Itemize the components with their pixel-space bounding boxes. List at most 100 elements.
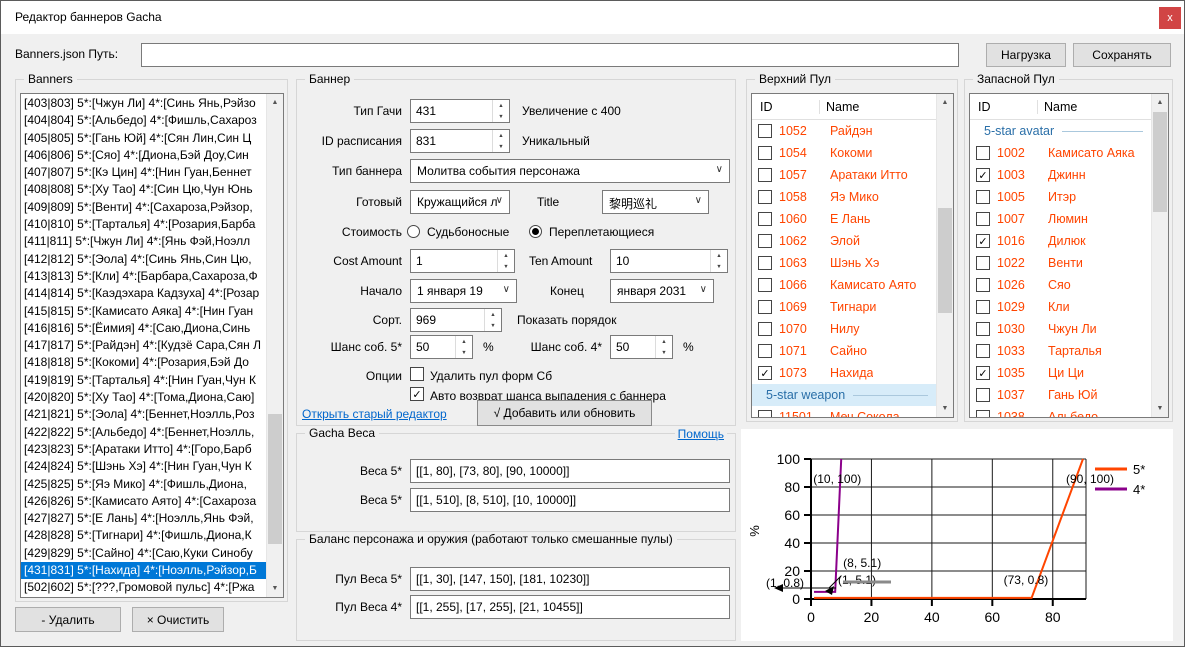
pool-row[interactable]: 1033Тарталья — [970, 340, 1151, 362]
chance5-spinner[interactable]: 50 ▲▼ — [410, 335, 473, 359]
scroll-up-icon[interactable]: ▲ — [267, 94, 283, 111]
cost-radio-fate[interactable] — [407, 225, 420, 238]
pool-item-checkbox[interactable] — [758, 234, 772, 248]
column-header-id[interactable]: ID — [760, 100, 773, 114]
spinner-arrows-icon[interactable]: ▲▼ — [710, 250, 727, 272]
list-item[interactable]: [429|829] 5*:[Сайно] 4*:[Саю,Куки Синобу — [21, 545, 266, 562]
list-item[interactable]: [403|803] 5*:[Чжун Ли] 4*:[Синь Янь,Рэйз… — [21, 95, 266, 112]
list-item[interactable]: [427|827] 5*:[Е Лань] 4*:[Ноэлль,Янь Фэй… — [21, 510, 266, 527]
pool-item-checkbox[interactable]: ✓ — [976, 168, 990, 182]
prefab-select[interactable]: Кружащийся л ∨ — [410, 190, 510, 214]
banner-type-select[interactable]: Молитва события персонажа ∨ — [410, 159, 730, 183]
list-item[interactable]: [425|825] 5*:[Яэ Мико] 4*:[Фишль,Диона, — [21, 476, 266, 493]
spinner-arrows-icon[interactable]: ▲▼ — [484, 309, 501, 331]
scroll-up-icon[interactable]: ▲ — [1152, 94, 1168, 111]
weights4-input[interactable]: [[1, 510], [8, 510], [10, 10000]] — [410, 488, 730, 512]
pool-row[interactable]: 1069Тигнари — [752, 296, 936, 318]
pool-row[interactable]: 1037Гань Юй — [970, 384, 1151, 406]
list-item[interactable]: [415|815] 5*:[Камисато Аяка] 4*:[Нин Гуа… — [21, 303, 266, 320]
pool-row[interactable]: 1005Итэр — [970, 186, 1151, 208]
pool-item-checkbox[interactable] — [976, 256, 990, 270]
pool-row[interactable]: ✓1073Нахида — [752, 362, 936, 384]
pool-row[interactable]: 1066Камисато Аято — [752, 274, 936, 296]
title-select[interactable]: 黎明巡礼 ∨ — [602, 190, 709, 214]
scroll-thumb[interactable] — [938, 208, 952, 313]
pool-row[interactable]: 1052Райдэн — [752, 120, 936, 142]
list-item[interactable]: [423|823] 5*:[Аратаки Итто] 4*:[Горо,Бар… — [21, 441, 266, 458]
pool-item-checkbox[interactable] — [758, 278, 772, 292]
pool-item-checkbox[interactable] — [758, 190, 772, 204]
pool-item-checkbox[interactable]: ✓ — [758, 366, 772, 380]
help-link[interactable]: Помощь — [675, 427, 727, 441]
load-button[interactable]: Нагрузка — [986, 43, 1066, 67]
ten-amount-spinner[interactable]: 10 ▲▼ — [610, 249, 728, 273]
cost-radio-intertwined-label[interactable]: Переплетающиеся — [549, 225, 654, 239]
list-item[interactable]: [412|812] 5*:[Эола] 4*:[Синь Янь,Син Цю, — [21, 251, 266, 268]
pool-row[interactable]: 1063Шэнь Хэ — [752, 252, 936, 274]
scroll-thumb[interactable] — [268, 414, 282, 544]
pool-row[interactable]: 1026Сяо — [970, 274, 1151, 296]
pool-item-checkbox[interactable]: ✓ — [976, 366, 990, 380]
schedule-id-spinner[interactable]: 831 ▲▼ — [410, 129, 510, 153]
clear-banners-button[interactable]: × Очистить — [132, 607, 224, 632]
pool-item-checkbox[interactable] — [758, 256, 772, 270]
pool-row[interactable]: 1070Нилу — [752, 318, 936, 340]
list-item[interactable]: [410|810] 5*:[Тарталья] 4*:[Розария,Барб… — [21, 216, 266, 233]
pool-row[interactable]: 11501Меч Сокола — [752, 406, 936, 417]
pool-item-checkbox[interactable] — [976, 344, 990, 358]
list-item[interactable]: [407|807] 5*:[Кэ Цин] 4*:[Нин Гуан,Бенне… — [21, 164, 266, 181]
pool-row[interactable]: 1057Аратаки Итто — [752, 164, 936, 186]
pool-item-checkbox[interactable]: ✓ — [976, 234, 990, 248]
list-item[interactable]: [428|828] 5*:[Тигнари] 4*:[Фишль,Диона,К — [21, 527, 266, 544]
cost-radio-fate-label[interactable]: Судьбоносные — [427, 225, 509, 239]
scroll-down-icon[interactable]: ▼ — [1152, 400, 1168, 417]
column-header-name[interactable]: Name — [1037, 100, 1077, 114]
list-item[interactable]: [406|806] 5*:[Сяо] 4*:[Диона,Бэй Доу,Син — [21, 147, 266, 164]
pool-item-checkbox[interactable] — [976, 300, 990, 314]
save-button[interactable]: Сохранять — [1073, 43, 1171, 67]
list-item[interactable]: [408|808] 5*:[Ху Тао] 4*:[Син Цю,Чун Юнь — [21, 181, 266, 198]
upper-pool-scrollbar[interactable]: ▲ ▼ — [936, 94, 953, 417]
list-item[interactable]: [424|824] 5*:[Шэнь Хэ] 4*:[Нин Гуан,Чун … — [21, 458, 266, 475]
pool-item-checkbox[interactable] — [976, 146, 990, 160]
spinner-arrows-icon[interactable]: ▲▼ — [492, 100, 509, 122]
spinner-arrows-icon[interactable]: ▲▼ — [655, 336, 672, 358]
pool-row[interactable]: 1030Чжун Ли — [970, 318, 1151, 340]
scroll-down-icon[interactable]: ▼ — [267, 580, 283, 597]
list-item[interactable]: [418|818] 5*:[Кокоми] 4*:[Розария,Бэй До — [21, 354, 266, 371]
pool-item-checkbox[interactable] — [976, 388, 990, 402]
spinner-arrows-icon[interactable]: ▲▼ — [492, 130, 509, 152]
pool-row[interactable]: 1022Венти — [970, 252, 1151, 274]
scroll-down-icon[interactable]: ▼ — [937, 400, 953, 417]
pool-item-checkbox[interactable] — [758, 300, 772, 314]
pool-item-checkbox[interactable] — [976, 190, 990, 204]
pool-item-checkbox[interactable] — [758, 410, 772, 417]
list-item[interactable]: [421|821] 5*:[Эола] 4*:[Беннет,Ноэлль,Ро… — [21, 406, 266, 423]
pool-row[interactable]: 1054Кокоми — [752, 142, 936, 164]
pool-item-checkbox[interactable] — [758, 146, 772, 160]
list-item[interactable]: [416|816] 5*:[Ёимия] 4*:[Саю,Диона,Синь — [21, 320, 266, 337]
pool-row[interactable]: ✓1003Джинн — [970, 164, 1151, 186]
spinner-arrows-icon[interactable]: ▲▼ — [455, 336, 472, 358]
list-item[interactable]: [411|811] 5*:[Чжун Ли] 4*:[Янь Фэй,Ноэлл — [21, 233, 266, 250]
chance4-spinner[interactable]: 50 ▲▼ — [610, 335, 673, 359]
pool-row[interactable]: 1060Е Лань — [752, 208, 936, 230]
pool-item-checkbox[interactable] — [976, 322, 990, 336]
scroll-up-icon[interactable]: ▲ — [937, 94, 953, 111]
reserve-pool-scrollbar[interactable]: ▲ ▼ — [1151, 94, 1168, 417]
begin-date-select[interactable]: 1 января 19 ∨ — [410, 279, 517, 303]
list-item[interactable]: [414|814] 5*:[Каэдэхара Кадзуха] 4*:[Роз… — [21, 285, 266, 302]
option-auto-return-checkbox[interactable]: ✓ — [410, 387, 424, 401]
pool-item-checkbox[interactable] — [758, 212, 772, 226]
scroll-thumb[interactable] — [1153, 112, 1167, 212]
list-item[interactable]: [409|809] 5*:[Венти] 4*:[Сахароза,Рэйзор… — [21, 199, 266, 216]
pool-row[interactable]: 1058Яэ Мико — [752, 186, 936, 208]
pool-weights4-input[interactable]: [[1, 255], [17, 255], [21, 10455]] — [410, 595, 730, 619]
column-header-id[interactable]: ID — [978, 100, 991, 114]
pool-row[interactable]: 1002Камисато Аяка — [970, 142, 1151, 164]
pool-row[interactable]: 1038Альбедо — [970, 406, 1151, 417]
list-item[interactable]: [419|819] 5*:[Тарталья] 4*:[Нин Гуан,Чун… — [21, 372, 266, 389]
end-date-select[interactable]: января 2031 ∨ — [610, 279, 714, 303]
option-remove-pool-label[interactable]: Удалить пул форм Сб — [430, 369, 552, 383]
old-editor-link[interactable]: Открыть старый редактор — [302, 407, 447, 421]
